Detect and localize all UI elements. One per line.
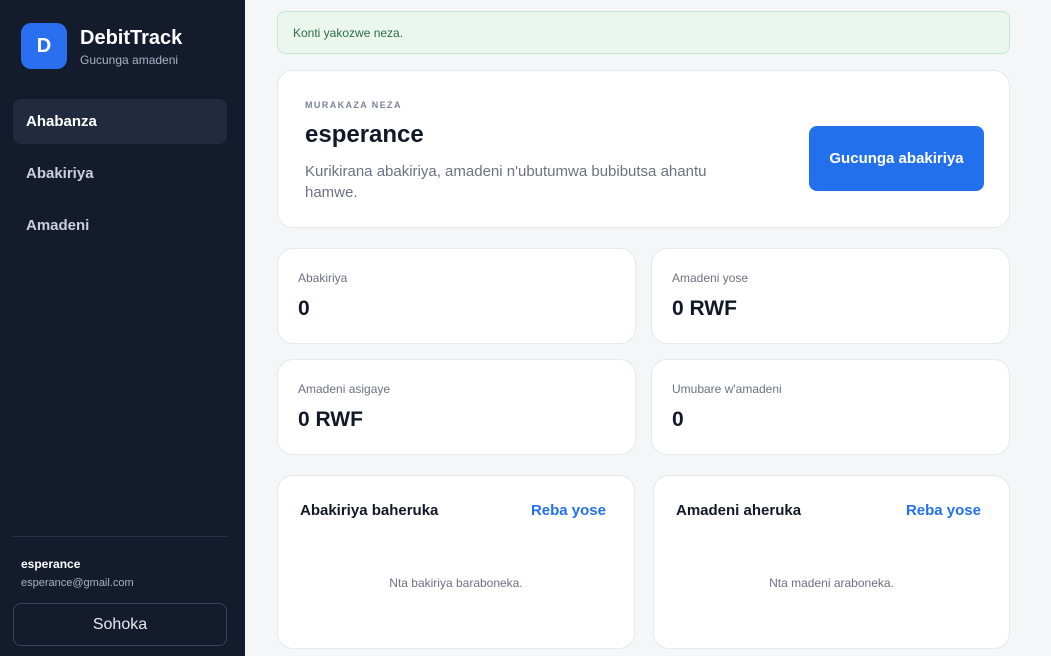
sidebar-divider — [13, 536, 227, 537]
stat-value: 0 RWF — [672, 297, 737, 320]
recent-clients-title: Abakiriya baheruka — [300, 502, 439, 519]
stat-label: Umubare w'amadeni — [672, 382, 782, 396]
brand-text: DebitTrack Gucunga amadeni — [80, 26, 182, 67]
recent-clients-card: Abakiriya baheruka Reba yose Nta bakiriy… — [277, 475, 635, 649]
welcome-card: MURAKAZA NEZA esperance Kurikirana abaki… — [277, 70, 1010, 228]
stat-value: 0 RWF — [298, 408, 363, 431]
welcome-title: esperance — [305, 121, 424, 148]
recent-clients-empty: Nta bakiriya baraboneka. — [389, 576, 523, 590]
sidebar: D DebitTrack Gucunga amadeni Ahabanza Ab… — [0, 0, 245, 656]
welcome-description: Kurikirana abakiriya, amadeni n'ubutumwa… — [305, 163, 707, 201]
user-name: esperance — [21, 557, 81, 571]
stat-card-remaining-debts: Amadeni asigaye 0 RWF — [277, 359, 636, 455]
stat-card-clients: Abakiriya 0 — [277, 248, 636, 344]
user-email: esperance@gmail.com — [21, 577, 134, 589]
recent-debts-empty: Nta madeni araboneka. — [769, 576, 894, 590]
brand-name: DebitTrack — [80, 26, 183, 49]
sidebar-item-ahabanza[interactable]: Ahabanza — [13, 99, 227, 144]
success-alert: Konti yakozwe neza. — [277, 11, 1010, 54]
view-all-clients-link[interactable]: Reba yose — [531, 502, 606, 519]
brand[interactable]: D DebitTrack Gucunga amadeni — [21, 23, 182, 69]
stat-value: 0 — [672, 408, 684, 431]
stat-label: Abakiriya — [298, 271, 348, 285]
stat-label: Amadeni asigaye — [298, 382, 391, 396]
stat-label: Amadeni yose — [672, 271, 749, 285]
brand-logo: D — [21, 23, 67, 69]
sidebar-item-amadeni[interactable]: Amadeni — [13, 203, 227, 248]
logout-button[interactable]: Sohoka — [13, 603, 227, 646]
sidebar-nav: Ahabanza Abakiriya Amadeni — [13, 99, 227, 255]
stat-value: 0 — [298, 297, 310, 320]
sidebar-item-abakiriya[interactable]: Abakiriya — [13, 151, 227, 196]
recent-debts-title: Amadeni aheruka — [676, 502, 802, 519]
stat-card-debt-count: Umubare w'amadeni 0 — [651, 359, 1010, 455]
manage-clients-button[interactable]: Gucunga abakiriya — [809, 126, 984, 191]
view-all-debts-link[interactable]: Reba yose — [906, 502, 981, 519]
welcome-kicker: MURAKAZA NEZA — [305, 100, 402, 110]
stat-card-total-debts: Amadeni yose 0 RWF — [651, 248, 1010, 344]
recent-debts-card: Amadeni aheruka Reba yose Nta madeni ara… — [653, 475, 1010, 649]
brand-subtitle: Gucunga amadeni — [80, 52, 179, 67]
